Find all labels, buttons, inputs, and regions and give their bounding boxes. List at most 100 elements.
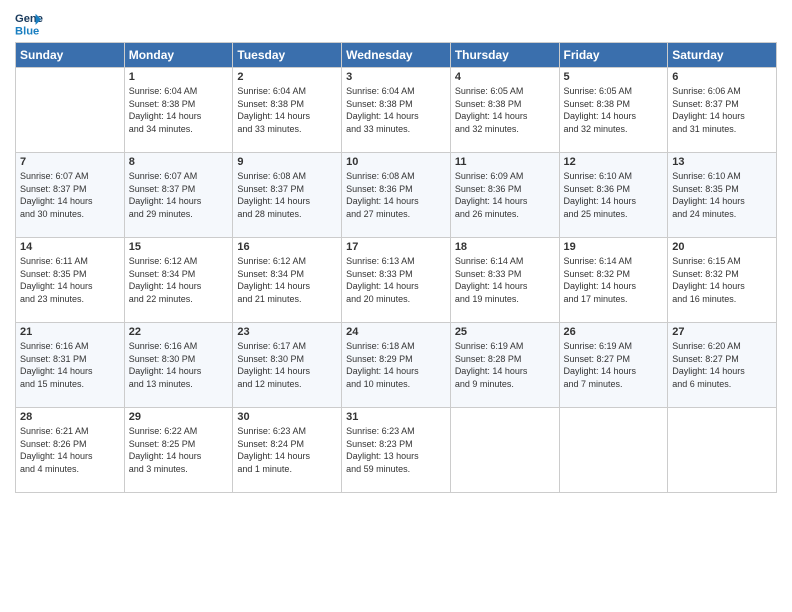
day-info: Sunrise: 6:23 AM Sunset: 8:23 PM Dayligh… bbox=[346, 425, 446, 475]
col-header-thursday: Thursday bbox=[450, 43, 559, 68]
day-number: 30 bbox=[237, 411, 337, 423]
day-info: Sunrise: 6:16 AM Sunset: 8:30 PM Dayligh… bbox=[129, 340, 229, 390]
day-number: 17 bbox=[346, 241, 446, 253]
calendar-cell: 17Sunrise: 6:13 AM Sunset: 8:33 PM Dayli… bbox=[342, 238, 451, 323]
day-info: Sunrise: 6:04 AM Sunset: 8:38 PM Dayligh… bbox=[237, 85, 337, 135]
calendar-cell: 8 Sunrise: 6:07 AM Sunset: 8:37 PM Daylig… bbox=[124, 153, 233, 238]
day-info: Sunrise: 6:04 AM Sunset: 8:38 PM Dayligh… bbox=[346, 85, 446, 135]
day-number: 18 bbox=[455, 241, 555, 253]
day-info: Sunrise: 6:15 AM Sunset: 8:32 PM Dayligh… bbox=[672, 255, 772, 305]
calendar-cell: 22Sunrise: 6:16 AM Sunset: 8:30 PM Dayli… bbox=[124, 323, 233, 408]
day-info: Sunrise: 6:07 AM Sunset: 8:37 PM Dayligh… bbox=[20, 170, 120, 220]
day-number: 13 bbox=[672, 156, 772, 168]
calendar-week-3: 14 Sunrise: 6:11 AM Sunset: 8:35 PM Dayli… bbox=[16, 238, 777, 323]
calendar-cell: 25 Sunrise: 6:19 AM Sunset: 8:28 PM Dayli… bbox=[450, 323, 559, 408]
calendar-cell: 18 Sunrise: 6:14 AM Sunset: 8:33 PM Dayli… bbox=[450, 238, 559, 323]
day-info: Sunrise: 6:11 AM Sunset: 8:35 PM Dayligh… bbox=[20, 255, 120, 305]
calendar-cell bbox=[668, 408, 777, 493]
calendar-cell: 1 Sunrise: 6:04 AM Sunset: 8:38 PM Daylig… bbox=[124, 68, 233, 153]
calendar-cell: 28Sunrise: 6:21 AM Sunset: 8:26 PM Dayli… bbox=[16, 408, 125, 493]
day-number: 5 bbox=[564, 71, 664, 83]
day-info: Sunrise: 6:17 AM Sunset: 8:30 PM Dayligh… bbox=[237, 340, 337, 390]
calendar-week-2: 7 Sunrise: 6:07 AM Sunset: 8:37 PM Daylig… bbox=[16, 153, 777, 238]
day-number: 24 bbox=[346, 326, 446, 338]
day-info: Sunrise: 6:10 AM Sunset: 8:36 PM Dayligh… bbox=[564, 170, 664, 220]
day-info: Sunrise: 6:22 AM Sunset: 8:25 PM Dayligh… bbox=[129, 425, 229, 475]
day-info: Sunrise: 6:04 AM Sunset: 8:38 PM Dayligh… bbox=[129, 85, 229, 135]
day-info: Sunrise: 6:20 AM Sunset: 8:27 PM Dayligh… bbox=[672, 340, 772, 390]
calendar-cell: 2 Sunrise: 6:04 AM Sunset: 8:38 PM Daylig… bbox=[233, 68, 342, 153]
day-number: 2 bbox=[237, 71, 337, 83]
day-number: 12 bbox=[564, 156, 664, 168]
day-info: Sunrise: 6:12 AM Sunset: 8:34 PM Dayligh… bbox=[237, 255, 337, 305]
day-number: 25 bbox=[455, 326, 555, 338]
col-header-saturday: Saturday bbox=[668, 43, 777, 68]
svg-text:Blue: Blue bbox=[15, 25, 39, 37]
day-number: 16 bbox=[237, 241, 337, 253]
calendar-week-1: 1 Sunrise: 6:04 AM Sunset: 8:38 PM Daylig… bbox=[16, 68, 777, 153]
calendar-cell: 11 Sunrise: 6:09 AM Sunset: 8:36 PM Dayli… bbox=[450, 153, 559, 238]
logo: General Blue bbox=[15, 10, 43, 38]
calendar-week-4: 21Sunrise: 6:16 AM Sunset: 8:31 PM Dayli… bbox=[16, 323, 777, 408]
day-number: 27 bbox=[672, 326, 772, 338]
day-info: Sunrise: 6:10 AM Sunset: 8:35 PM Dayligh… bbox=[672, 170, 772, 220]
calendar-cell: 31Sunrise: 6:23 AM Sunset: 8:23 PM Dayli… bbox=[342, 408, 451, 493]
page-container: General Blue SundayMondayTuesdayWednesda… bbox=[0, 0, 792, 501]
calendar-cell bbox=[16, 68, 125, 153]
day-number: 4 bbox=[455, 71, 555, 83]
calendar-cell: 29Sunrise: 6:22 AM Sunset: 8:25 PM Dayli… bbox=[124, 408, 233, 493]
day-number: 28 bbox=[20, 411, 120, 423]
day-info: Sunrise: 6:23 AM Sunset: 8:24 PM Dayligh… bbox=[237, 425, 337, 475]
calendar-table: SundayMondayTuesdayWednesdayThursdayFrid… bbox=[15, 42, 777, 493]
calendar-cell: 24Sunrise: 6:18 AM Sunset: 8:29 PM Dayli… bbox=[342, 323, 451, 408]
day-number: 19 bbox=[564, 241, 664, 253]
day-info: Sunrise: 6:19 AM Sunset: 8:28 PM Dayligh… bbox=[455, 340, 555, 390]
col-header-tuesday: Tuesday bbox=[233, 43, 342, 68]
calendar-cell: 5Sunrise: 6:05 AM Sunset: 8:38 PM Daylig… bbox=[559, 68, 668, 153]
logo-icon: General Blue bbox=[15, 10, 43, 38]
day-number: 23 bbox=[237, 326, 337, 338]
calendar-cell: 12 Sunrise: 6:10 AM Sunset: 8:36 PM Dayli… bbox=[559, 153, 668, 238]
col-header-friday: Friday bbox=[559, 43, 668, 68]
day-number: 6 bbox=[672, 71, 772, 83]
calendar-cell bbox=[450, 408, 559, 493]
day-info: Sunrise: 6:14 AM Sunset: 8:33 PM Dayligh… bbox=[455, 255, 555, 305]
day-info: Sunrise: 6:19 AM Sunset: 8:27 PM Dayligh… bbox=[564, 340, 664, 390]
calendar-header-row: SundayMondayTuesdayWednesdayThursdayFrid… bbox=[16, 43, 777, 68]
calendar-cell: 4Sunrise: 6:05 AM Sunset: 8:38 PM Daylig… bbox=[450, 68, 559, 153]
calendar-cell: 19 Sunrise: 6:14 AM Sunset: 8:32 PM Dayli… bbox=[559, 238, 668, 323]
day-number: 14 bbox=[20, 241, 120, 253]
calendar-cell: 15Sunrise: 6:12 AM Sunset: 8:34 PM Dayli… bbox=[124, 238, 233, 323]
calendar-cell: 10Sunrise: 6:08 AM Sunset: 8:36 PM Dayli… bbox=[342, 153, 451, 238]
day-number: 7 bbox=[20, 156, 120, 168]
calendar-cell: 13 Sunrise: 6:10 AM Sunset: 8:35 PM Dayli… bbox=[668, 153, 777, 238]
day-info: Sunrise: 6:08 AM Sunset: 8:36 PM Dayligh… bbox=[346, 170, 446, 220]
calendar-week-5: 28Sunrise: 6:21 AM Sunset: 8:26 PM Dayli… bbox=[16, 408, 777, 493]
calendar-cell: 16 Sunrise: 6:12 AM Sunset: 8:34 PM Dayli… bbox=[233, 238, 342, 323]
day-info: Sunrise: 6:14 AM Sunset: 8:32 PM Dayligh… bbox=[564, 255, 664, 305]
calendar-cell: 3 Sunrise: 6:04 AM Sunset: 8:38 PM Daylig… bbox=[342, 68, 451, 153]
day-number: 26 bbox=[564, 326, 664, 338]
day-number: 8 bbox=[129, 156, 229, 168]
col-header-sunday: Sunday bbox=[16, 43, 125, 68]
calendar-cell: 30 Sunrise: 6:23 AM Sunset: 8:24 PM Dayli… bbox=[233, 408, 342, 493]
day-number: 21 bbox=[20, 326, 120, 338]
day-info: Sunrise: 6:08 AM Sunset: 8:37 PM Dayligh… bbox=[237, 170, 337, 220]
header: General Blue bbox=[15, 10, 777, 38]
calendar-cell: 23 Sunrise: 6:17 AM Sunset: 8:30 PM Dayli… bbox=[233, 323, 342, 408]
calendar-cell: 7 Sunrise: 6:07 AM Sunset: 8:37 PM Daylig… bbox=[16, 153, 125, 238]
day-info: Sunrise: 6:06 AM Sunset: 8:37 PM Dayligh… bbox=[672, 85, 772, 135]
day-info: Sunrise: 6:07 AM Sunset: 8:37 PM Dayligh… bbox=[129, 170, 229, 220]
day-number: 15 bbox=[129, 241, 229, 253]
day-number: 20 bbox=[672, 241, 772, 253]
calendar-cell bbox=[559, 408, 668, 493]
day-number: 11 bbox=[455, 156, 555, 168]
calendar-cell: 20 Sunrise: 6:15 AM Sunset: 8:32 PM Dayli… bbox=[668, 238, 777, 323]
day-number: 3 bbox=[346, 71, 446, 83]
col-header-monday: Monday bbox=[124, 43, 233, 68]
calendar-cell: 21Sunrise: 6:16 AM Sunset: 8:31 PM Dayli… bbox=[16, 323, 125, 408]
calendar-cell: 14 Sunrise: 6:11 AM Sunset: 8:35 PM Dayli… bbox=[16, 238, 125, 323]
day-number: 1 bbox=[129, 71, 229, 83]
day-info: Sunrise: 6:09 AM Sunset: 8:36 PM Dayligh… bbox=[455, 170, 555, 220]
calendar-cell: 27 Sunrise: 6:20 AM Sunset: 8:27 PM Dayli… bbox=[668, 323, 777, 408]
